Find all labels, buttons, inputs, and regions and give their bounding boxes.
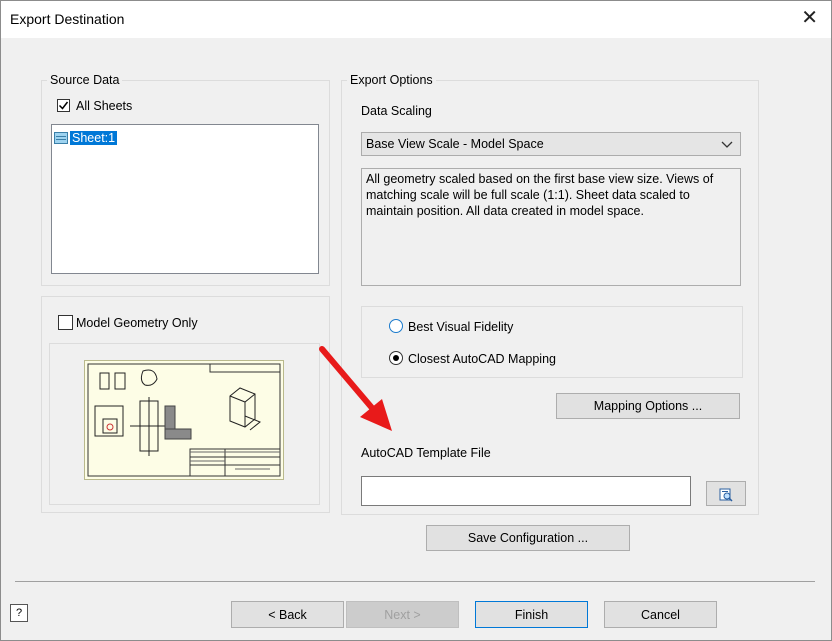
best-visual-fidelity-radio[interactable] bbox=[389, 319, 403, 333]
drawing-thumbnail bbox=[84, 360, 284, 480]
template-file-input[interactable] bbox=[361, 476, 691, 506]
title-bar bbox=[0, 0, 832, 38]
back-button[interactable]: < Back bbox=[231, 601, 344, 628]
template-file-label: AutoCAD Template File bbox=[361, 446, 491, 460]
help-icon[interactable]: ? bbox=[10, 604, 28, 622]
red-arrow-icon bbox=[319, 346, 392, 431]
all-sheets-label[interactable]: All Sheets bbox=[76, 99, 132, 113]
save-configuration-button[interactable]: Save Configuration ... bbox=[426, 525, 630, 551]
checkmark-icon bbox=[58, 101, 69, 110]
sheet-item-label: Sheet:1 bbox=[70, 131, 118, 145]
sheets-list[interactable]: Sheet:1 bbox=[51, 124, 319, 274]
browse-folder-icon bbox=[719, 488, 733, 502]
mapping-options-button[interactable]: Mapping Options ... bbox=[556, 393, 740, 419]
window-title: Export Destination bbox=[10, 11, 125, 27]
all-sheets-checkbox[interactable] bbox=[57, 99, 70, 112]
data-scaling-dropdown[interactable]: Base View Scale - Model Space bbox=[361, 132, 741, 156]
data-scaling-label: Data Scaling bbox=[361, 104, 432, 118]
chevron-down-icon bbox=[721, 141, 733, 148]
model-geometry-checkbox[interactable] bbox=[58, 315, 73, 330]
data-scaling-value: Base View Scale - Model Space bbox=[366, 137, 544, 151]
sheet-icon bbox=[54, 132, 68, 144]
footer-separator bbox=[15, 581, 815, 582]
mapping-mode-group bbox=[361, 306, 743, 378]
cancel-button[interactable]: Cancel bbox=[604, 601, 717, 628]
next-button: Next > bbox=[346, 601, 459, 628]
scaling-description: All geometry scaled based on the first b… bbox=[361, 168, 741, 286]
model-geometry-label[interactable]: Model Geometry Only bbox=[76, 316, 198, 330]
best-visual-fidelity-label[interactable]: Best Visual Fidelity bbox=[408, 320, 513, 334]
export-options-label: Export Options bbox=[347, 73, 436, 87]
closest-autocad-mapping-label[interactable]: Closest AutoCAD Mapping bbox=[408, 352, 556, 366]
drawing-preview-icon bbox=[87, 363, 281, 477]
source-data-label: Source Data bbox=[47, 73, 123, 87]
finish-button[interactable]: Finish bbox=[475, 601, 588, 628]
list-item[interactable]: Sheet:1 bbox=[54, 131, 118, 145]
close-icon[interactable]: ✕ bbox=[801, 6, 818, 30]
browse-button[interactable] bbox=[706, 481, 746, 506]
